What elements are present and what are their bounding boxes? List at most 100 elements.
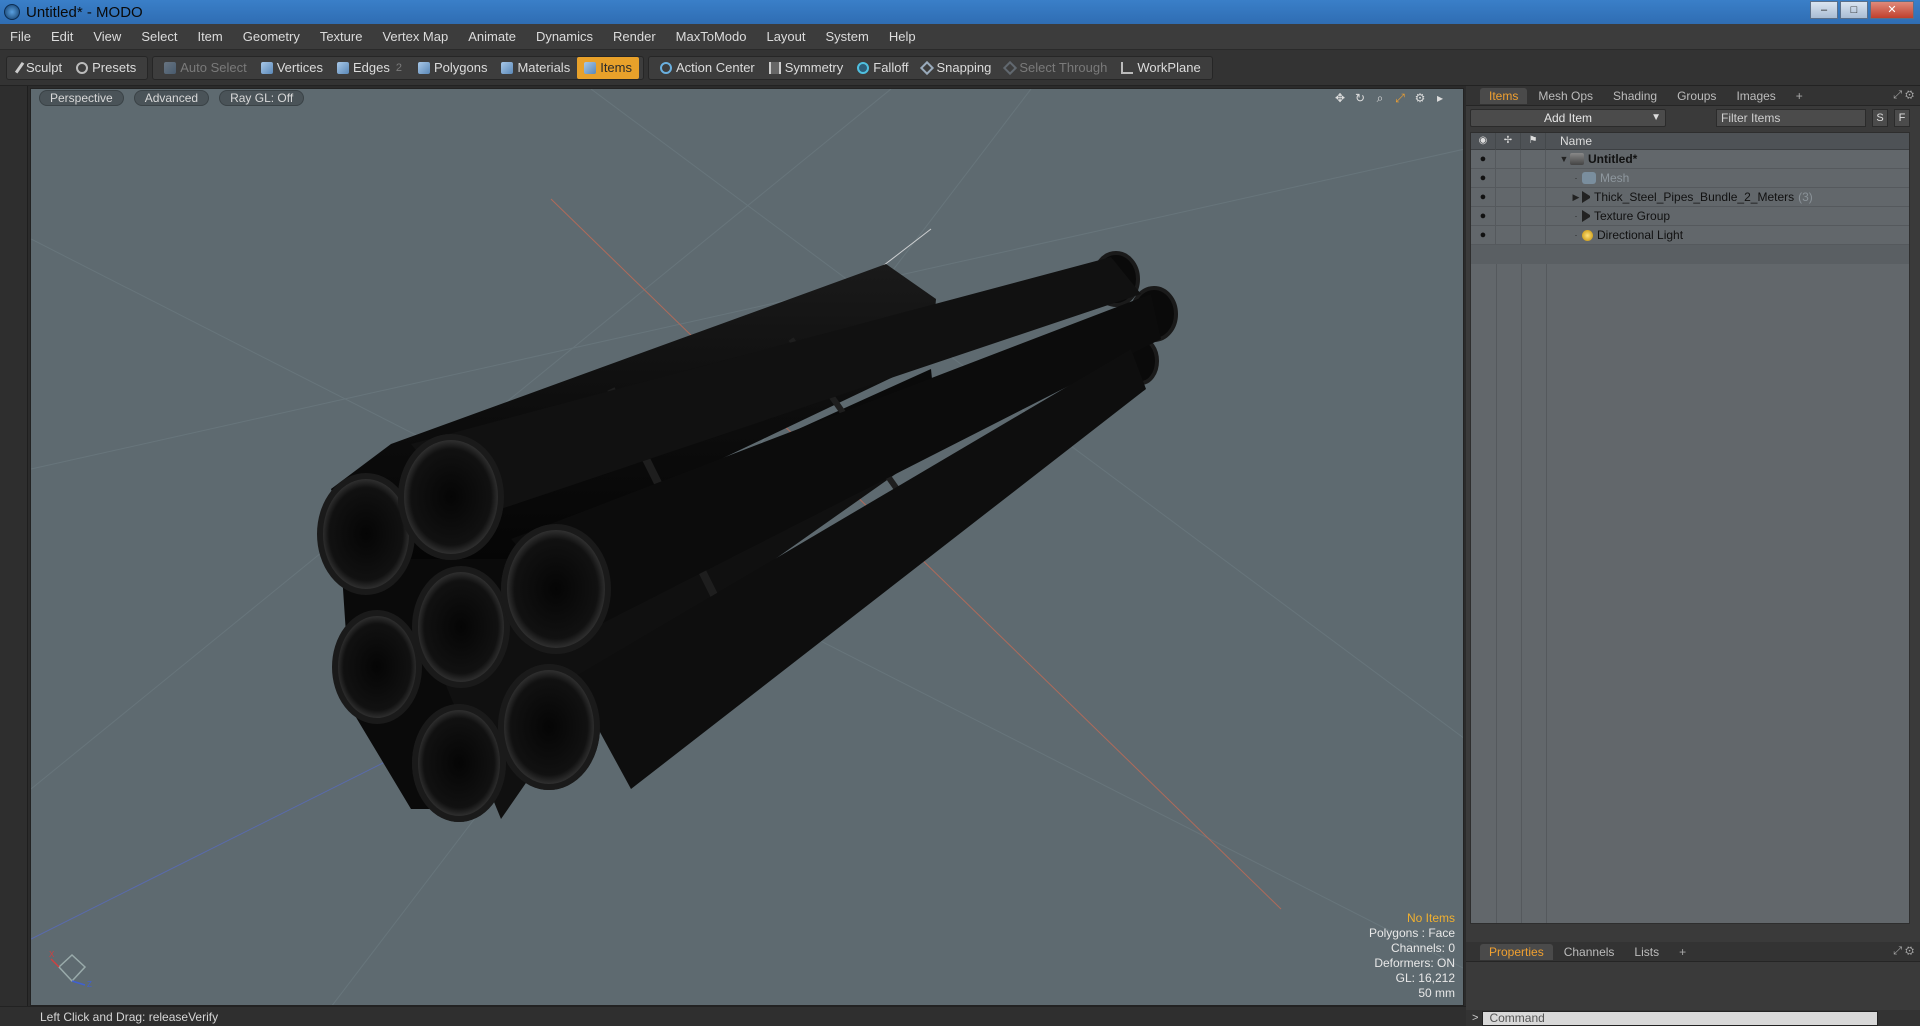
eye-icon[interactable]: ● — [1471, 168, 1496, 188]
minimize-button[interactable]: – — [1810, 1, 1838, 19]
expand-arrow-icon[interactable]: ▶ — [1570, 192, 1582, 203]
eye-icon[interactable]: ● — [1471, 206, 1496, 226]
tree-row-texture-group[interactable]: ● · Texture Group — [1471, 206, 1909, 226]
window-title: Untitled* - MODO — [26, 3, 143, 21]
tree-item-label: Directional Light — [1597, 228, 1684, 242]
tab-items[interactable]: Items — [1480, 87, 1528, 104]
tab-mesh-ops[interactable]: Mesh Ops — [1529, 88, 1602, 104]
collapse-arrow-icon[interactable]: ▼ — [1558, 154, 1570, 164]
menu-texture[interactable]: Texture — [310, 29, 373, 44]
close-button[interactable]: ✕ — [1870, 1, 1914, 19]
auto-select-label: Auto Select — [180, 60, 247, 75]
edges-icon — [336, 61, 349, 74]
add-tab-icon[interactable]: + — [1787, 88, 1812, 104]
tree-row-pipes-bundle[interactable]: ● ▶ Thick_Steel_Pipes_Bundle_2_Meters (3… — [1471, 187, 1909, 207]
render-col-icon[interactable]: ⚑ — [1521, 132, 1546, 150]
menu-layout[interactable]: Layout — [756, 29, 815, 44]
tree-row-mesh[interactable]: ● · Mesh — [1471, 168, 1909, 188]
menu-file[interactable]: File — [0, 29, 41, 44]
menu-item[interactable]: Item — [187, 29, 232, 44]
maximize-view-icon[interactable]: ⤢ — [1393, 91, 1407, 106]
tab-lists[interactable]: Lists — [1625, 944, 1668, 960]
eye-icon[interactable]: ● — [1471, 225, 1496, 245]
polygons-info: Polygons : Face — [1368, 926, 1455, 940]
viewport-nav-tools: ✥ ↻ ⌕ ⤢ ⚙ ▸ — [1333, 91, 1447, 106]
left-tool-strip[interactable] — [0, 86, 28, 1010]
sculpt-button[interactable]: Sculpt — [11, 57, 69, 79]
eye-icon[interactable]: ● — [1471, 187, 1496, 207]
visibility-col-icon[interactable]: ◉ — [1471, 132, 1496, 150]
tab-images[interactable]: Images — [1727, 88, 1784, 104]
materials-button[interactable]: Materials — [494, 57, 577, 79]
falloff-button[interactable]: Falloff — [850, 57, 915, 79]
view-menu-arrow-icon[interactable]: ▸ — [1433, 91, 1447, 106]
command-input[interactable] — [1482, 1010, 1879, 1026]
3d-viewport[interactable]: Perspective Advanced Ray GL: Off ✥ ↻ ⌕ ⤢… — [30, 88, 1464, 1006]
shading-dropdown[interactable]: Advanced — [133, 90, 210, 106]
name-column-header[interactable]: Name — [1546, 134, 1592, 148]
channels-info: Channels: 0 — [1390, 941, 1455, 955]
s-button[interactable]: S — [1872, 109, 1888, 127]
rotate-view-icon[interactable]: ↻ — [1353, 91, 1367, 106]
menu-maxtomodo[interactable]: MaxToModo — [666, 29, 757, 44]
auto-select-button[interactable]: Auto Select — [157, 57, 254, 79]
action-center-button[interactable]: Action Center — [653, 57, 762, 79]
title-bar: Untitled* - MODO – □ ✕ — [0, 0, 1920, 24]
tab-properties[interactable]: Properties — [1480, 943, 1553, 960]
view-settings-icon[interactable]: ⚙ — [1413, 91, 1427, 106]
selection-mode-group: Auto Select Vertices Edges 2 Polygons Ma… — [152, 55, 644, 80]
items-button[interactable]: Items — [577, 56, 639, 79]
tree-item-label: Untitled* — [1588, 152, 1638, 166]
edges-button[interactable]: Edges 2 — [330, 57, 411, 79]
action-center-label: Action Center — [676, 60, 755, 75]
menu-select[interactable]: Select — [131, 29, 187, 44]
menu-dynamics[interactable]: Dynamics — [526, 29, 603, 44]
menu-system[interactable]: System — [816, 29, 879, 44]
tree-row-untitled[interactable]: ● ▼ Untitled* — [1471, 149, 1909, 169]
menu-help[interactable]: Help — [879, 29, 926, 44]
menu-animate[interactable]: Animate — [458, 29, 526, 44]
polygons-button[interactable]: Polygons — [411, 57, 494, 79]
deformers-info: Deformers: ON — [1374, 956, 1455, 970]
tab-shading[interactable]: Shading — [1604, 88, 1666, 104]
snapping-button[interactable]: Snapping — [915, 57, 998, 79]
add-tab-icon[interactable]: + — [1670, 944, 1695, 960]
panel-options-icon[interactable]: ⤢ ⚙ — [1893, 89, 1914, 102]
f-button[interactable]: F — [1894, 109, 1910, 127]
items-label: Items — [600, 60, 632, 75]
panel-options-icon[interactable]: ⤢ ⚙ — [1893, 945, 1914, 958]
maximize-button[interactable]: □ — [1840, 1, 1868, 19]
tree-row-directional-light[interactable]: ● · Directional Light — [1471, 225, 1909, 245]
tab-channels[interactable]: Channels — [1555, 944, 1624, 960]
edges-count: 2 — [395, 61, 402, 74]
presets-button[interactable]: Presets — [69, 57, 143, 79]
menu-render[interactable]: Render — [603, 29, 666, 44]
menu-edit[interactable]: Edit — [41, 29, 83, 44]
add-item-dropdown[interactable]: Add Item ▼ — [1470, 109, 1666, 127]
workplane-button[interactable]: WorkPlane — [1114, 57, 1207, 79]
menu-geometry[interactable]: Geometry — [233, 29, 310, 44]
menu-bar: File Edit View Select Item Geometry Text… — [0, 24, 1920, 50]
filter-items-input[interactable] — [1716, 109, 1866, 127]
materials-icon — [501, 61, 514, 74]
raygl-toggle[interactable]: Ray GL: Off — [219, 90, 305, 106]
zoom-view-icon[interactable]: ⌕ — [1373, 91, 1387, 106]
pipe-end-2-front — [398, 434, 504, 560]
snapping-icon — [920, 60, 935, 75]
eye-icon[interactable]: ● — [1471, 149, 1496, 169]
light-icon — [1582, 229, 1593, 241]
menu-view[interactable]: View — [83, 29, 131, 44]
lock-col-icon[interactable]: ✢ — [1496, 132, 1521, 150]
tree-empty-area[interactable] — [1471, 264, 1909, 923]
tab-groups[interactable]: Groups — [1668, 88, 1725, 104]
move-view-icon[interactable]: ✥ — [1333, 91, 1347, 106]
command-bar: > — [1466, 1010, 1920, 1026]
select-through-button[interactable]: Select Through — [998, 57, 1114, 79]
symmetry-label: Symmetry — [784, 60, 844, 75]
view-mode-dropdown[interactable]: Perspective — [39, 90, 124, 106]
modo-logo-icon — [4, 4, 20, 20]
group-icon — [1582, 191, 1590, 203]
vertices-button[interactable]: Vertices — [254, 57, 330, 79]
menu-vertex-map[interactable]: Vertex Map — [372, 29, 458, 44]
symmetry-button[interactable]: Symmetry — [762, 57, 851, 79]
